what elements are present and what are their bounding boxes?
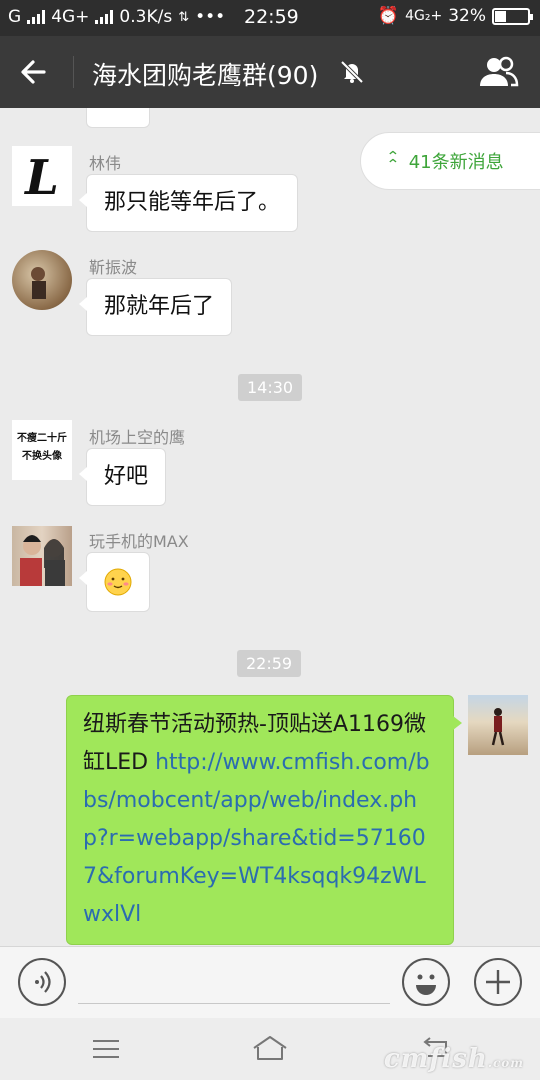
group-members-button[interactable] xyxy=(476,54,520,90)
more-actions-button[interactable] xyxy=(474,958,522,1006)
message-input[interactable] xyxy=(78,1003,390,1004)
avatar-text: 不瘦二十斤 xyxy=(17,433,67,444)
clock: 22:59 xyxy=(244,6,299,28)
plus-icon xyxy=(486,970,510,994)
double-chevron-up-icon: ⌃ ⌃ xyxy=(385,149,400,173)
header-divider xyxy=(73,56,74,88)
system-navigation-bar: cmfish.com xyxy=(0,1018,540,1080)
signal-icon xyxy=(95,10,114,24)
avatar[interactable]: 不瘦二十斤 不换头像 xyxy=(12,420,72,480)
watermark-logo: cmfish.com xyxy=(383,1044,524,1074)
more-notifications: ••• xyxy=(195,7,226,27)
svg-text:L: L xyxy=(23,150,59,206)
signal-icon xyxy=(27,10,46,24)
chat-input-bar xyxy=(0,946,540,1018)
menu-icon[interactable] xyxy=(92,1038,120,1060)
network-type: 4G+ xyxy=(51,7,90,27)
message-bubble[interactable]: 好吧 xyxy=(78,448,167,506)
message-bubble[interactable]: 那就年后了 xyxy=(78,278,233,336)
message-bubble[interactable] xyxy=(79,552,150,612)
timestamp: 14:30 xyxy=(238,374,303,401)
avatar-text: 不换头像 xyxy=(22,451,62,462)
alarm-icon: ⏰ xyxy=(377,6,400,26)
sender-name: 林伟 xyxy=(89,154,122,173)
avatar[interactable]: L xyxy=(12,146,72,206)
chat-title: 海水团购老鹰群(90) xyxy=(92,61,319,90)
emoji-button[interactable] xyxy=(402,958,450,1006)
sender-name: 靳振波 xyxy=(89,258,138,277)
message-bubble-partial[interactable] xyxy=(86,108,150,128)
status-bar: G 4G+ 0.3K/s ⇅ ••• 22:59 ⏰ 4G₂+ 32% xyxy=(0,0,540,36)
message-link[interactable]: http://www.cmfish.com/bbs/mobcent/app/we… xyxy=(83,750,430,927)
voice-icon xyxy=(35,971,51,993)
own-message-bubble[interactable]: 纽斯春节活动预热-顶贴送A1169微缸LED http://www.cmfish… xyxy=(66,695,462,945)
back-button[interactable] xyxy=(18,54,58,90)
status-left: G 4G+ 0.3K/s ⇅ ••• xyxy=(8,7,225,27)
carrier-label: G xyxy=(8,7,22,27)
voice-input-button[interactable] xyxy=(18,958,66,1006)
message-bubble[interactable]: 那只能等年后了。 xyxy=(78,174,299,232)
chat-area[interactable]: L 林伟 那只能等年后了。 靳振波 那就年后了 14:30 不瘦二十斤 不换头像… xyxy=(0,108,540,946)
sender-name: 玩手机的MAX xyxy=(89,532,189,551)
chat-header: 海水团购老鹰群(90) xyxy=(0,36,540,108)
battery-icon xyxy=(492,7,533,25)
network-speed: 0.3K/s xyxy=(119,7,173,27)
timestamp: 22:59 xyxy=(237,650,302,677)
network-speed-icon: ⇅ xyxy=(178,9,190,25)
my-avatar[interactable] xyxy=(468,695,528,755)
shy-emoji-icon xyxy=(104,568,132,596)
back-arrow-icon xyxy=(21,60,46,84)
members-icon xyxy=(480,56,519,87)
emoji-icon xyxy=(416,974,436,995)
new-messages-button[interactable]: ⌃ ⌃ 41条新消息 xyxy=(360,132,540,190)
new-messages-label: 41条新消息 xyxy=(408,152,504,173)
status-right: ⏰ 4G₂+ 32% xyxy=(377,6,533,26)
sender-name: 机场上空的鹰 xyxy=(89,428,186,447)
mute-bell-icon xyxy=(338,58,366,86)
battery-percent: 32% xyxy=(448,6,486,26)
avatar[interactable] xyxy=(12,250,72,310)
avatar[interactable] xyxy=(12,526,72,586)
home-icon[interactable] xyxy=(252,1034,288,1062)
network-type-2: 4G₂+ xyxy=(405,8,443,24)
